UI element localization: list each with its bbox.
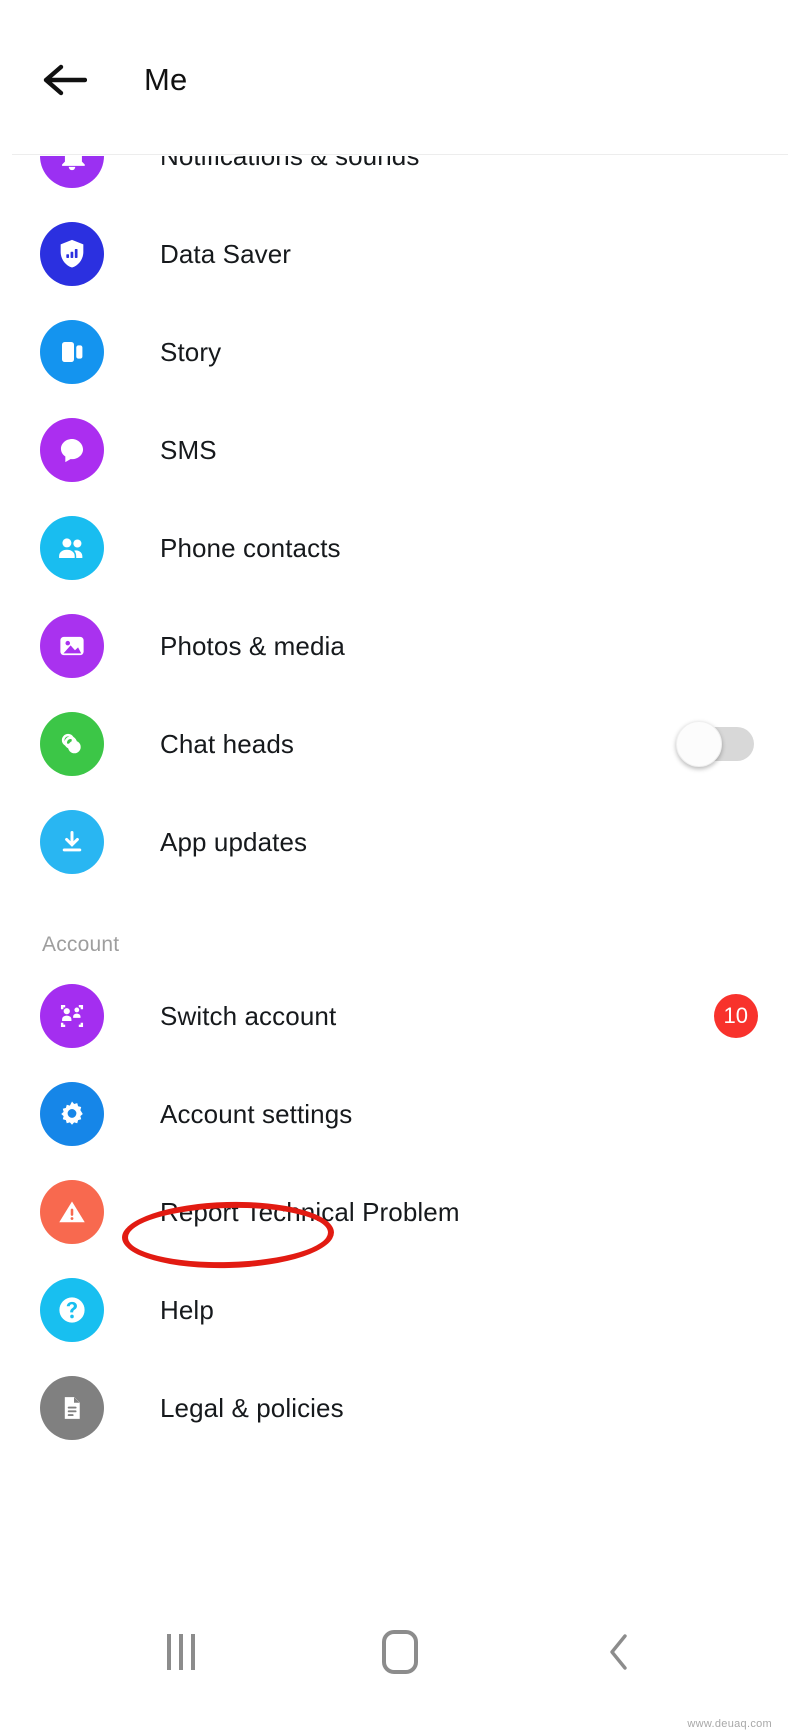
list-item-legal-policies[interactable]: Legal & policies [12, 1359, 788, 1457]
list-item-story[interactable]: Story [12, 303, 788, 401]
list-item-report-technical-problem[interactable]: Report Technical Problem [12, 1163, 788, 1261]
switch-account-badge: 10 [713, 994, 758, 1038]
list-item-label: Legal & policies [160, 1392, 344, 1423]
list-item-label: SMS [160, 434, 217, 465]
home-button[interactable] [355, 1617, 445, 1687]
list-item-label: Story [160, 336, 222, 367]
question-icon [40, 1278, 104, 1342]
photo-icon [40, 614, 104, 678]
shield-bars-icon [40, 222, 104, 286]
story-icon [40, 320, 104, 384]
phone-screen: Me Notifications & sounds Data Saver [0, 0, 800, 1733]
switch-account-icon [40, 984, 104, 1048]
bell-icon [40, 156, 104, 188]
watermark: www.deuaq.com [687, 1718, 772, 1730]
chat-heads-toggle[interactable] [676, 721, 754, 767]
back-button[interactable] [42, 57, 88, 103]
recents-icon [167, 1634, 196, 1670]
nav-back-button[interactable] [574, 1617, 664, 1687]
list-item-help[interactable]: Help [12, 1261, 788, 1359]
list-item-account-settings[interactable]: Account settings [12, 1065, 788, 1163]
chat-bubble-icon [40, 418, 104, 482]
toggle-knob [676, 721, 722, 767]
recents-button[interactable] [136, 1617, 226, 1687]
list-item-label: Report Technical Problem [160, 1196, 460, 1227]
list-item-phone-contacts[interactable]: Phone contacts [12, 499, 788, 597]
people-icon [40, 516, 104, 580]
list-item-label: Phone contacts [160, 532, 341, 563]
gear-icon [40, 1082, 104, 1146]
list-item-photos-media[interactable]: Photos & media [12, 597, 788, 695]
list-item-label: Help [160, 1294, 214, 1325]
download-icon [40, 810, 104, 874]
section-header-label: Account [42, 933, 120, 956]
list-item-label: Switch account [160, 1000, 337, 1031]
page-title: Me [144, 62, 188, 97]
list-item-chat-heads[interactable]: Chat heads [12, 695, 788, 793]
app-header: Me [12, 0, 788, 155]
list-item-label: Chat heads [160, 728, 294, 759]
warning-icon [40, 1180, 104, 1244]
chevron-left-icon [609, 1634, 627, 1670]
list-item-label: Notifications & sounds [160, 156, 419, 172]
settings-list[interactable]: Notifications & sounds Data Saver Story [12, 156, 788, 1491]
android-navigation-bar [12, 1597, 788, 1707]
list-item-label: Account settings [160, 1098, 353, 1129]
list-item-label: App updates [160, 826, 308, 857]
section-header-account: Account [12, 891, 788, 967]
list-item-label: Data Saver [160, 238, 292, 269]
list-item-data-saver[interactable]: Data Saver [12, 205, 788, 303]
home-icon [381, 1630, 418, 1674]
chat-heads-icon [40, 712, 104, 776]
list-item-sms[interactable]: SMS [12, 401, 788, 499]
list-item-app-updates[interactable]: App updates [12, 793, 788, 891]
document-icon [40, 1376, 104, 1440]
arrow-left-icon [43, 64, 87, 96]
list-item-switch-account[interactable]: Switch account 10 [12, 967, 788, 1065]
list-item-label: Photos & media [160, 630, 345, 661]
list-item-notifications-sounds[interactable]: Notifications & sounds [12, 156, 788, 205]
